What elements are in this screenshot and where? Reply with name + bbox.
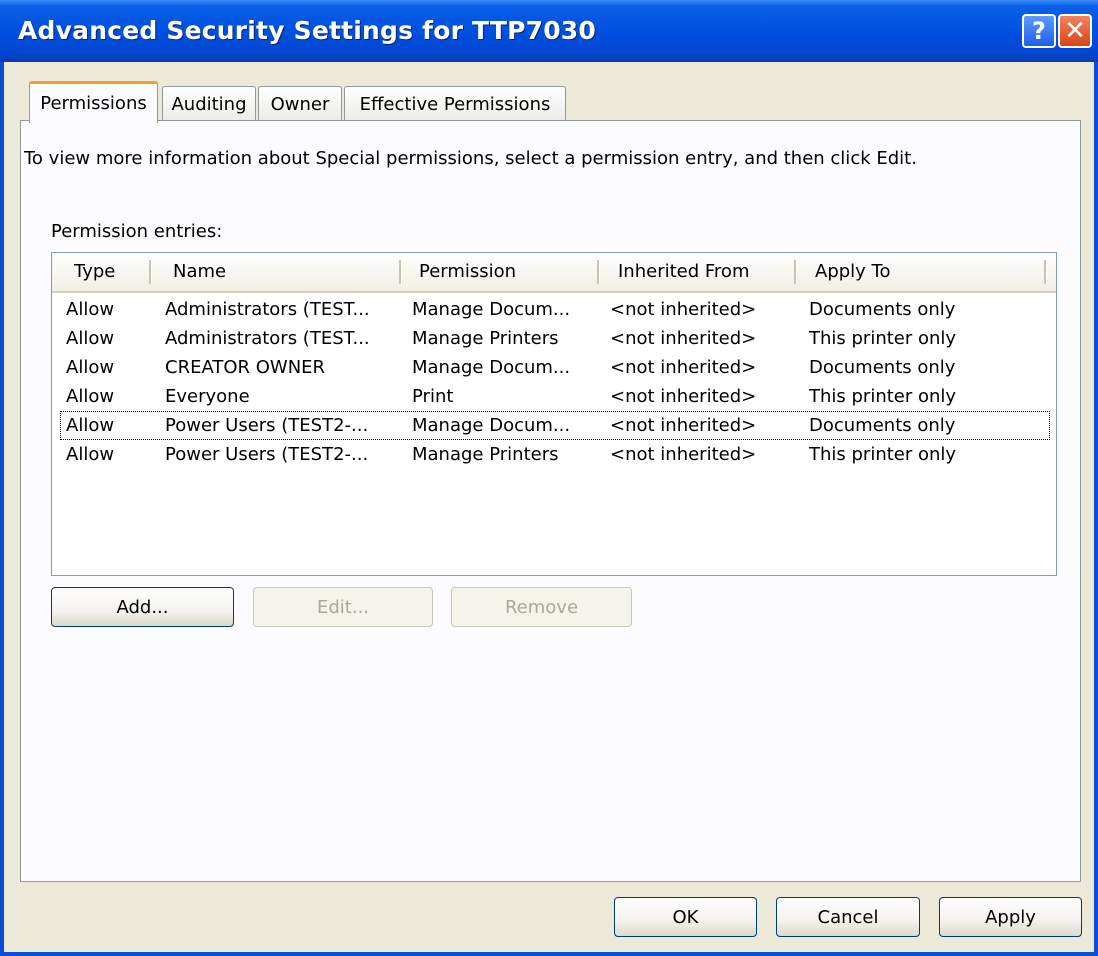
- info-text: To view more information about Special p…: [24, 148, 917, 169]
- column-header-type[interactable]: Type: [74, 253, 115, 291]
- cell-name: Administrators (TEST...: [165, 299, 370, 320]
- tab-effective-permissions[interactable]: Effective Permissions: [344, 86, 566, 122]
- cell-permission: Manage Printers: [412, 444, 559, 465]
- table-row[interactable]: Allow Administrators (TEST... Manage Doc…: [60, 295, 1050, 324]
- cell-permission: Manage Docum...: [412, 299, 571, 320]
- window-title: Advanced Security Settings for TTP7030: [18, 16, 596, 45]
- cell-type: Allow: [66, 386, 115, 407]
- cell-type: Allow: [66, 299, 115, 320]
- column-header-name[interactable]: Name: [173, 253, 226, 291]
- table-row[interactable]: Allow Administrators (TEST... Manage Pri…: [60, 324, 1050, 353]
- tab-auditing[interactable]: Auditing: [162, 86, 256, 122]
- cell-inherited-from: <not inherited>: [610, 328, 757, 349]
- table-row[interactable]: Allow CREATOR OWNER Manage Docum... <not…: [60, 353, 1050, 382]
- cell-inherited-from: <not inherited>: [610, 299, 757, 320]
- add-button[interactable]: Add...: [51, 587, 234, 627]
- cell-apply-to: This printer only: [809, 328, 957, 349]
- tab-owner[interactable]: Owner: [258, 86, 342, 122]
- cell-permission: Print: [412, 386, 454, 407]
- table-row[interactable]: Allow Everyone Print <not inherited> Thi…: [60, 382, 1050, 411]
- column-header-inherited-from[interactable]: Inherited From: [618, 253, 749, 291]
- column-header-permission[interactable]: Permission: [419, 253, 516, 291]
- cell-apply-to: Documents only: [809, 357, 956, 378]
- cell-permission: Manage Docum...: [412, 415, 571, 436]
- cell-name: Power Users (TEST2-...: [165, 415, 369, 436]
- cell-apply-to: This printer only: [809, 444, 957, 465]
- cell-name: Administrators (TEST...: [165, 328, 370, 349]
- window-frame-left: [0, 62, 4, 956]
- help-icon[interactable]: ?: [1022, 14, 1056, 48]
- tab-permissions[interactable]: Permissions: [29, 81, 158, 123]
- column-divider[interactable]: [399, 260, 402, 284]
- column-divider[interactable]: [149, 260, 152, 284]
- dialog-window: Advanced Security Settings for TTP7030 ?…: [0, 0, 1098, 956]
- column-divider[interactable]: [597, 260, 600, 284]
- cell-type: Allow: [66, 415, 115, 436]
- edit-button[interactable]: Edit...: [253, 587, 433, 627]
- cell-permission: Manage Docum...: [412, 357, 571, 378]
- remove-button[interactable]: Remove: [451, 587, 632, 627]
- list-header: Type Name Permission Inherited From Appl…: [52, 253, 1056, 293]
- table-row-focused[interactable]: Allow Power Users (TEST2-... Manage Docu…: [60, 411, 1050, 440]
- cell-type: Allow: [66, 357, 115, 378]
- close-icon[interactable]: ✕: [1058, 14, 1092, 48]
- cancel-button[interactable]: Cancel: [776, 897, 920, 937]
- cell-apply-to: This printer only: [809, 386, 957, 407]
- title-bar[interactable]: Advanced Security Settings for TTP7030 ?…: [0, 0, 1098, 62]
- cell-inherited-from: <not inherited>: [610, 386, 757, 407]
- cell-name: Everyone: [165, 386, 250, 407]
- column-divider[interactable]: [794, 260, 797, 284]
- cell-inherited-from: <not inherited>: [610, 357, 757, 378]
- cell-inherited-from: <not inherited>: [610, 444, 757, 465]
- apply-button[interactable]: Apply: [939, 897, 1082, 937]
- window-frame-bottom: [0, 952, 1098, 956]
- cell-name: CREATOR OWNER: [165, 357, 326, 378]
- cell-inherited-from: <not inherited>: [610, 415, 757, 436]
- cell-apply-to: Documents only: [809, 299, 956, 320]
- window-frame-right: [1094, 62, 1098, 956]
- ok-button[interactable]: OK: [614, 897, 757, 937]
- permission-entries-label: Permission entries:: [51, 221, 223, 242]
- cell-name: Power Users (TEST2-...: [165, 444, 369, 465]
- cell-type: Allow: [66, 328, 115, 349]
- cell-permission: Manage Printers: [412, 328, 559, 349]
- permission-entries-list[interactable]: Type Name Permission Inherited From Appl…: [51, 252, 1057, 576]
- column-header-apply-to[interactable]: Apply To: [815, 253, 891, 291]
- column-divider[interactable]: [1044, 260, 1047, 284]
- cell-type: Allow: [66, 444, 115, 465]
- cell-apply-to: Documents only: [809, 415, 956, 436]
- table-row[interactable]: Allow Power Users (TEST2-... Manage Prin…: [60, 440, 1050, 469]
